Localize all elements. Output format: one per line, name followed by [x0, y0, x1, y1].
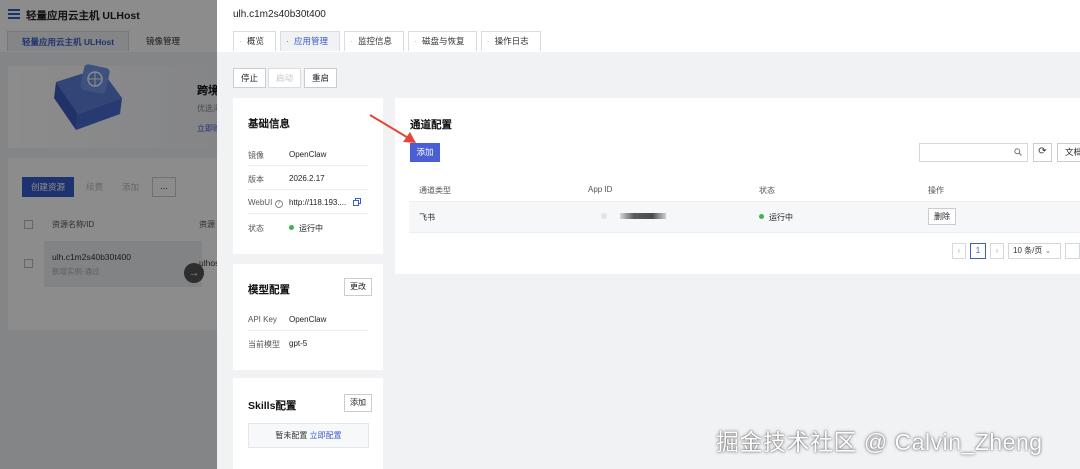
annotation-arrow-icon [369, 114, 416, 143]
app-id-redacted [601, 213, 607, 219]
prev-page-button[interactable]: ‹ [952, 243, 966, 259]
info-label: API Key [248, 315, 277, 324]
info-label: WebUI ? [248, 198, 283, 208]
basic-info-title: 基础信息 [248, 118, 290, 130]
next-page-button[interactable]: › [990, 243, 1004, 259]
skills-config-title: Skills配置 [248, 400, 297, 412]
tab-disk-recovery[interactable]: 磁盘与恢复 [408, 31, 477, 51]
copy-icon[interactable] [353, 198, 361, 206]
info-label: 版本 [248, 175, 264, 184]
model-config-title: 模型配置 [248, 284, 290, 296]
column-header-channel-type: 通道类型 [419, 186, 451, 195]
empty-text: 暂未配置 [275, 431, 308, 440]
add-skill-button[interactable]: 添加 [344, 394, 372, 412]
divider [409, 232, 1080, 233]
configure-now-link[interactable]: 立即配置 [310, 431, 342, 440]
status-dot-icon [759, 214, 764, 219]
model-config-card: 模型配置 更改 API Key OpenClaw 当前模型 gpt-5 [233, 264, 383, 370]
info-value: gpt-5 [289, 339, 308, 348]
page-1-button[interactable]: 1 [970, 243, 986, 259]
stop-button[interactable]: 停止 [233, 68, 267, 88]
info-value: OpenClaw [289, 315, 327, 324]
webui-link[interactable]: http://118.193.... [289, 198, 346, 207]
column-header-actions: 操作 [928, 186, 944, 195]
divider [248, 330, 368, 331]
delete-channel-button[interactable]: 删除 [928, 208, 956, 225]
restart-button[interactable]: 重启 [304, 68, 338, 88]
cell-status: 运行中 [759, 212, 793, 223]
skills-empty-state: 暂未配置 立即配置 [248, 423, 369, 448]
info-label: 镜像 [248, 151, 264, 160]
instance-detail-drawer: ulh.c1m2s40b30t400 概览 应用管理 监控信息 磁盘与恢复 操作… [217, 0, 1080, 469]
edit-model-button[interactable]: 更改 [344, 278, 372, 296]
page-size-select[interactable]: 10 条/页 ⌄ [1008, 243, 1061, 259]
tab-monitoring[interactable]: 监控信息 [344, 31, 405, 51]
page-jump-input[interactable] [1065, 243, 1080, 259]
start-button[interactable]: 启动 [268, 68, 302, 88]
divider [248, 165, 368, 166]
info-label: 状态 [248, 224, 264, 233]
tab-app-management[interactable]: 应用管理 [280, 31, 341, 51]
drawer-title: ulh.c1m2s40b30t400 [233, 9, 326, 20]
status-value: 运行中 [289, 223, 323, 234]
info-value: OpenClaw [289, 150, 327, 159]
status-dot-icon [289, 225, 294, 230]
basic-info-card: 基础信息 镜像 OpenClaw 版本 2026.2.17 WebUI ? ht… [233, 98, 383, 254]
table-row [409, 202, 1080, 232]
search-icon[interactable] [1014, 148, 1022, 156]
info-label: 当前模型 [248, 340, 280, 349]
column-header-app-id: App ID [588, 185, 613, 194]
skills-config-card: Skills配置 添加 暂未配置 立即配置 [233, 378, 383, 469]
watermark-text: 掘金技术社区 @ Calvin_Zheng [716, 429, 1043, 455]
app-id-redacted-bar [620, 213, 666, 219]
divider [248, 213, 368, 214]
channel-config-card: 通道配置 添加 ⟳ 文档 通道类型 App ID 状态 操作 飞书 运行中 删除… [395, 98, 1080, 274]
drawer-header: ulh.c1m2s40b30t400 概览 应用管理 监控信息 磁盘与恢复 操作… [217, 0, 1080, 52]
column-header-status: 状态 [759, 186, 775, 195]
divider [248, 189, 368, 190]
refresh-icon[interactable]: ⟳ [1033, 143, 1052, 162]
cell-channel-type: 飞书 [419, 213, 435, 222]
help-icon[interactable]: ? [274, 200, 283, 208]
info-value: 2026.2.17 [289, 174, 325, 183]
chevron-down-icon: ⌄ [1044, 246, 1052, 255]
channel-search-input[interactable] [919, 143, 1028, 162]
tab-overview[interactable]: 概览 [233, 31, 277, 51]
docs-button[interactable]: 文档 [1057, 143, 1080, 162]
tab-operation-log[interactable]: 操作日志 [480, 31, 541, 51]
detail-tabs: 概览 应用管理 监控信息 磁盘与恢复 操作日志 [233, 31, 545, 51]
